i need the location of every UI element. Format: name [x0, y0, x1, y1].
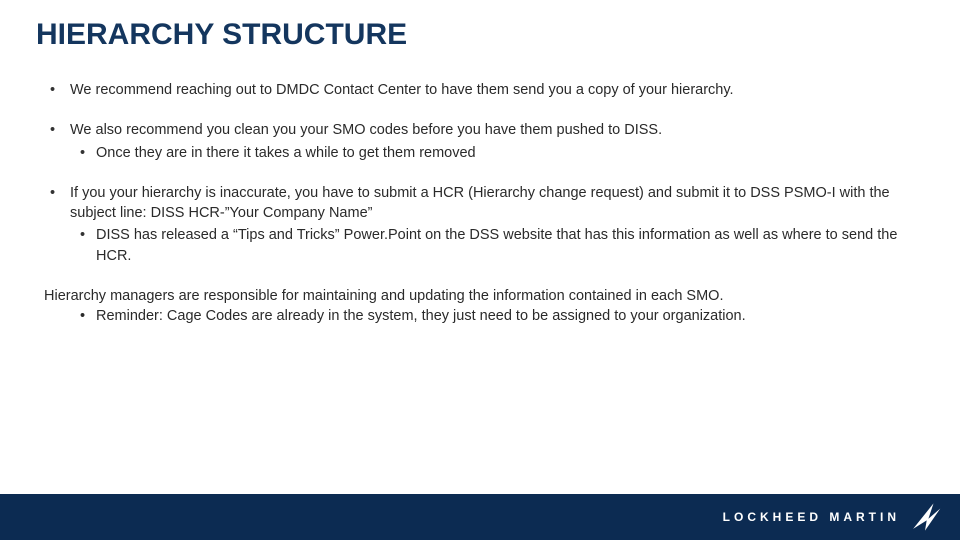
star-icon: [908, 500, 942, 534]
sub-list: Once they are in there it takes a while …: [70, 143, 916, 163]
bullet-text: DISS has released a “Tips and Tricks” Po…: [96, 227, 897, 263]
bullet-list: We recommend reaching out to DMDC Contac…: [44, 80, 916, 266]
list-item: Once they are in there it takes a while …: [70, 143, 916, 163]
bullet-text: Reminder: Cage Codes are already in the …: [96, 308, 746, 324]
bullet-text: Once they are in there it takes a while …: [96, 145, 476, 161]
bullet-text: If you your hierarchy is inaccurate, you…: [70, 185, 890, 221]
brand-name: LOCKHEED MARTIN: [723, 510, 900, 524]
paragraph: Hierarchy managers are responsible for m…: [44, 286, 916, 327]
slide-body: We recommend reaching out to DMDC Contac…: [0, 52, 960, 327]
bullet-text: We recommend reaching out to DMDC Contac…: [70, 82, 734, 98]
brand-logo: LOCKHEED MARTIN: [723, 500, 942, 534]
footer-bar: LOCKHEED MARTIN: [0, 494, 960, 540]
slide-title: HIERARCHY STRUCTURE: [0, 0, 960, 52]
paragraph-sub: Reminder: Cage Codes are already in the …: [44, 306, 916, 326]
sub-list: DISS has released a “Tips and Tricks” Po…: [70, 225, 916, 266]
slide: HIERARCHY STRUCTURE We recommend reachin…: [0, 0, 960, 540]
paragraph-text: Hierarchy managers are responsible for m…: [44, 288, 723, 304]
list-item: We also recommend you clean you your SMO…: [44, 120, 916, 163]
list-item: DISS has released a “Tips and Tricks” Po…: [70, 225, 916, 266]
list-item: We recommend reaching out to DMDC Contac…: [44, 80, 916, 100]
list-item: If you your hierarchy is inaccurate, you…: [44, 183, 916, 266]
bullet-text: We also recommend you clean you your SMO…: [70, 122, 662, 138]
